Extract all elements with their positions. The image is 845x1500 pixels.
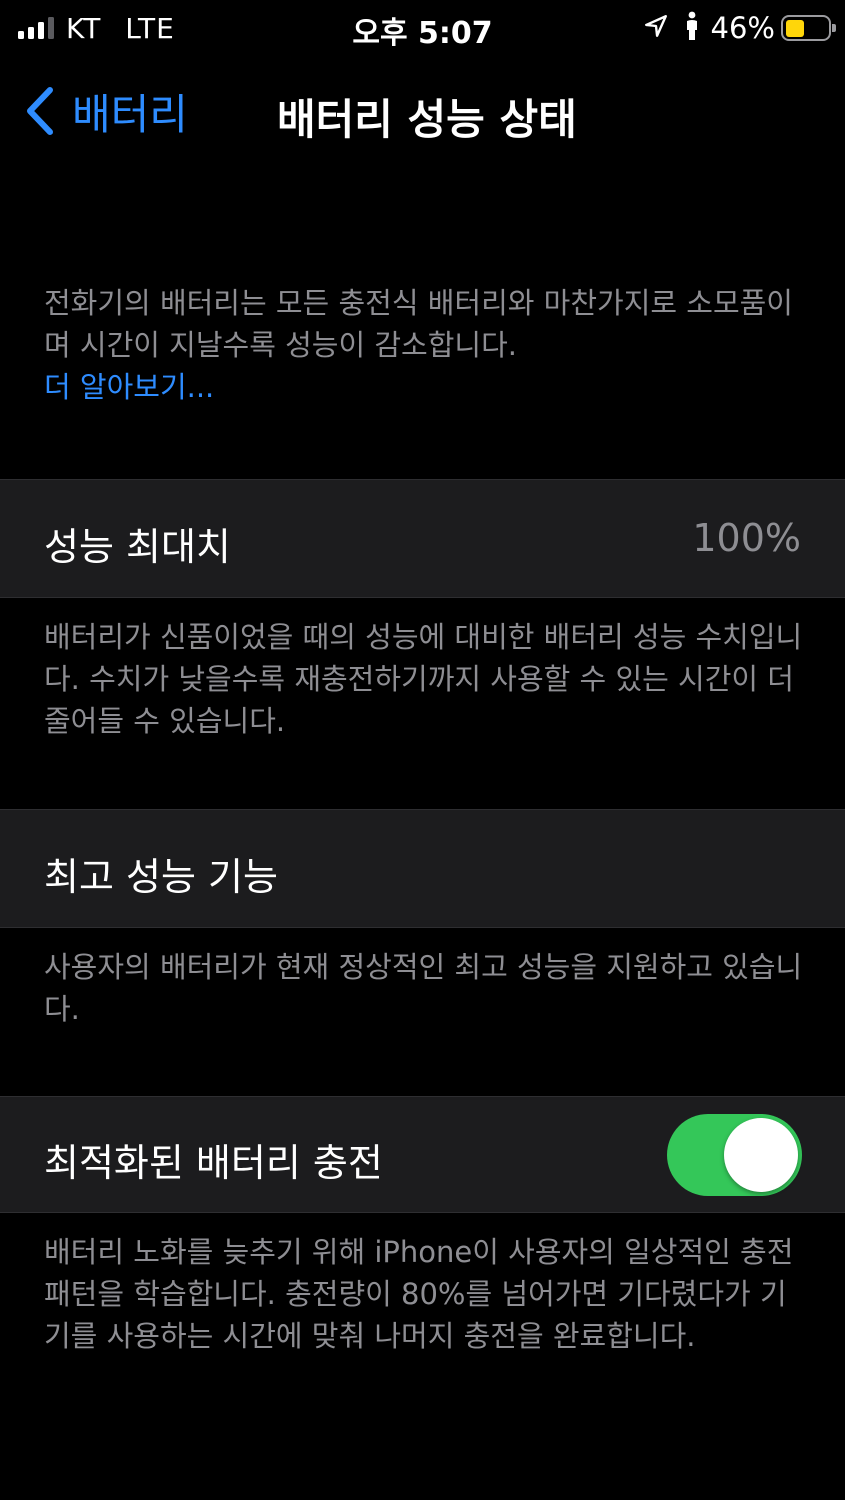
status-bar: KT LTE 오후 5:07 46% [0,0,845,56]
location-arrow-icon [643,13,669,43]
navigation-bar: 배터리 배터리 성능 상태 [0,66,845,156]
battery-level-fill [785,19,805,37]
intro-text: 전화기의 배터리는 모든 충전식 배터리와 마찬가지로 소모품이며 시간이 지날… [44,286,793,362]
peak-performance-description: 사용자의 배터리가 현재 정상적인 최고 성능을 지원하고 있습니다. [44,950,803,1026]
battery-percentage: 46% [710,11,775,45]
battery-icon [781,15,836,41]
back-button[interactable]: 배터리 [22,82,188,140]
page-title: 배터리 성능 상태 [277,95,577,144]
learn-more-link[interactable]: 더 알아보기... [44,366,804,408]
toggle-knob [724,1118,798,1192]
optimized-charging-label: 최적화된 배터리 충전 [44,1141,383,1185]
intro-description: 전화기의 배터리는 모든 충전식 배터리와 마찬가지로 소모품이며 시간이 지날… [44,282,804,408]
peak-performance-row: 최고 성능 기능 [0,809,845,928]
max-capacity-description: 배터리가 신품이었을 때의 성능에 대비한 배터리 성능 수치입니다. 수치가 … [44,620,803,738]
max-capacity-label: 성능 최대치 [44,525,231,569]
chevron-left-icon [27,87,53,135]
back-button-label: 배터리 [72,89,188,139]
peak-performance-label: 최고 성능 기능 [44,855,278,899]
max-capacity-row: 성능 최대치 100% [0,479,845,598]
optimized-charging-description: 배터리 노화를 늦추기 위해 iPhone이 사용자의 일상적인 충전 패턴을 … [44,1235,794,1353]
optimized-charging-toggle[interactable] [667,1114,802,1196]
optimized-charging-row: 최적화된 배터리 충전 [0,1096,845,1213]
max-capacity-value: 100% [692,516,801,560]
person-icon [683,11,701,45]
status-right: 46% [643,10,836,46]
